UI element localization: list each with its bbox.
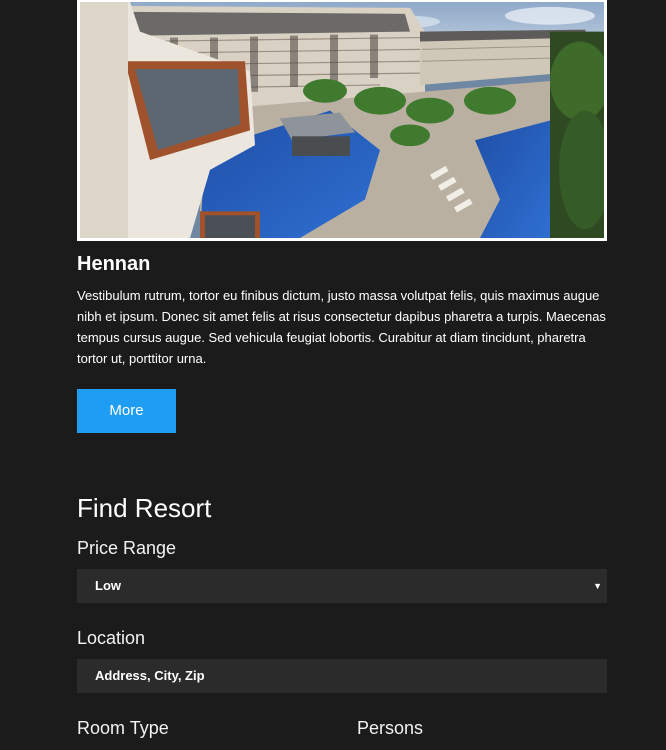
persons-label: Persons <box>357 718 424 738</box>
more-button[interactable]: More <box>77 389 176 433</box>
price-range-select[interactable]: Low ▼ <box>77 569 607 603</box>
location-input[interactable] <box>77 659 607 693</box>
find-resort-heading: Find Resort <box>77 493 212 523</box>
location-label: Location <box>77 628 146 648</box>
resort-photo[interactable] <box>77 0 607 241</box>
caret-down-icon: ▼ <box>593 581 602 591</box>
page: Hennan Vestibulum rutrum, tortor eu fini… <box>0 0 666 750</box>
price-range-value: Low <box>95 578 121 593</box>
room-type-label: Room Type <box>77 718 169 738</box>
resort-photo-image <box>80 2 604 238</box>
resort-title: Hennan <box>77 253 151 275</box>
price-range-label: Price Range <box>77 538 177 558</box>
resort-description: Vestibulum rutrum, tortor eu finibus dic… <box>77 288 606 366</box>
